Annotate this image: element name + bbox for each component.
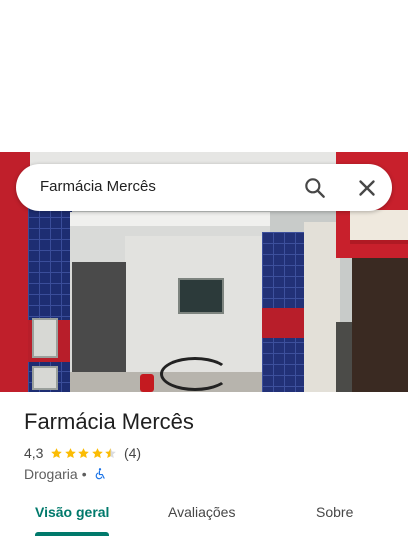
- photo-shop-ceiling: [70, 212, 270, 226]
- photo-blue-tiles-left: [28, 206, 72, 392]
- place-category: Drogaria: [24, 466, 78, 482]
- rating-stars: [50, 447, 118, 460]
- star-icon: [51, 447, 63, 458]
- separator-dot: •: [81, 466, 87, 482]
- search-icon[interactable]: [302, 175, 328, 201]
- photo-pillar: [304, 222, 340, 392]
- star-icon: [78, 447, 90, 458]
- review-count[interactable]: (4): [124, 445, 141, 461]
- rating-value: 4,3: [24, 445, 44, 461]
- wheelchair-icon: [95, 468, 105, 480]
- active-tab-indicator: [35, 532, 109, 536]
- tab-reviews[interactable]: Avaliações: [168, 504, 235, 520]
- photo-meter-box-lower: [32, 366, 58, 390]
- search-input[interactable]: Farmácia Mercês: [40, 178, 156, 195]
- photo-neighbor-sign: [350, 210, 408, 244]
- star-icon: [92, 447, 103, 458]
- tab-about[interactable]: Sobre: [316, 504, 353, 520]
- photo-red-band-right: [262, 308, 308, 338]
- tab-overview[interactable]: Visão geral: [35, 504, 109, 520]
- photo-neighbor-shop: [352, 258, 408, 392]
- photo-wall-panel: [178, 278, 224, 314]
- star-icon: [65, 447, 76, 458]
- category-row: Drogaria •: [24, 465, 107, 483]
- photo-bicycle: [160, 357, 230, 391]
- photo-meter-box: [32, 318, 58, 358]
- half-star-icon: [105, 447, 117, 458]
- photo-red-object: [140, 374, 154, 392]
- place-title: Farmácia Mercês: [24, 409, 194, 434]
- search-bar[interactable]: Farmácia Mercês: [16, 164, 392, 211]
- rating-row[interactable]: 4,3 (4): [24, 444, 141, 462]
- place-tabs: Visão geral Avaliações Sobre: [0, 496, 408, 536]
- close-icon[interactable]: [354, 175, 380, 201]
